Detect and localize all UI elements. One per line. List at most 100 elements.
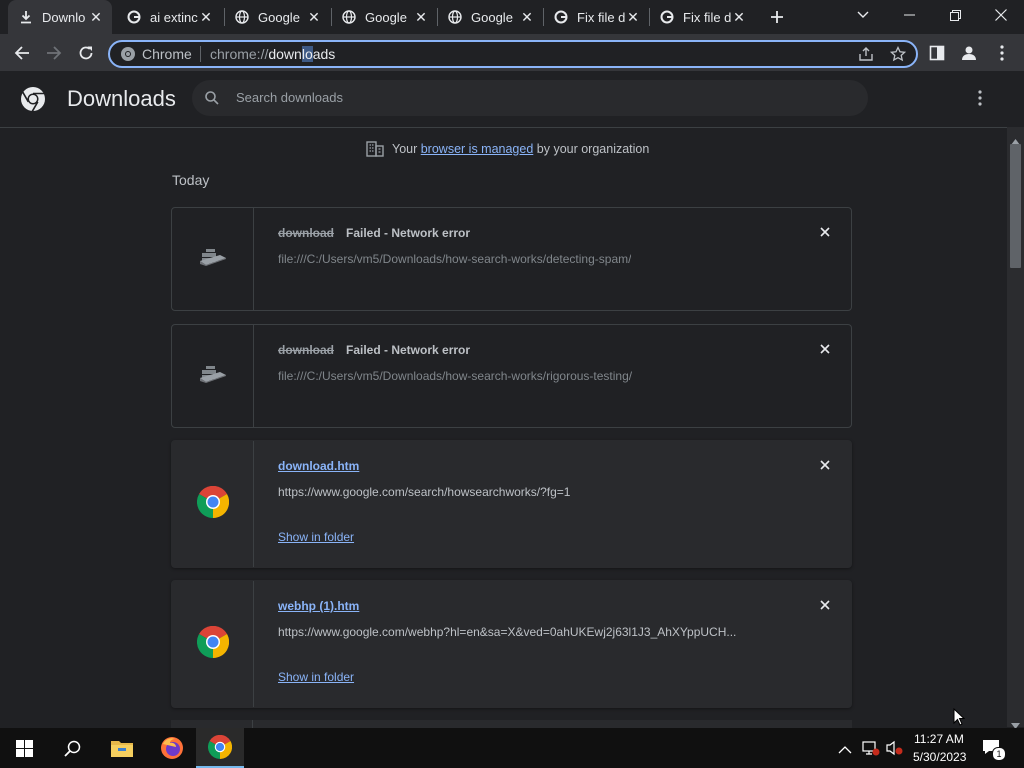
scrollbar-thumb[interactable] (1010, 144, 1021, 268)
close-tab-icon[interactable]: ✕ (413, 9, 429, 25)
back-icon[interactable] (9, 40, 35, 66)
download-item-failed: download Failed - Network error file:///… (171, 207, 852, 311)
tab-fix-file-1[interactable]: Fix file d ✕ (543, 0, 649, 34)
taskbar-search-icon[interactable] (48, 728, 96, 768)
google-icon (659, 9, 675, 25)
file-url: file:///C:/Users/vm5/Downloads/how-searc… (278, 369, 633, 383)
file-url: file:///C:/Users/vm5/Downloads/how-searc… (278, 252, 632, 266)
generic-file-icon (198, 245, 228, 274)
site-label: Chrome (142, 46, 192, 62)
tab-fix-file-2[interactable]: Fix file d ✕ (649, 0, 755, 34)
search-downloads-input[interactable]: Search downloads (192, 80, 868, 116)
tab-title: ai extinc (150, 9, 198, 25)
restore-icon[interactable] (932, 0, 978, 30)
chrome-file-icon (196, 625, 229, 663)
new-tab-icon[interactable] (765, 6, 789, 28)
url-text[interactable]: chrome://downloads (210, 46, 335, 62)
tab-title: Google (471, 9, 513, 25)
tab-ai-extinction[interactable]: ai extinc ✕ (116, 0, 222, 34)
tab-title: Fix file d (683, 9, 731, 25)
page-title: Downloads (67, 86, 176, 111)
managed-notice: Your browser is managed by your organiza… (366, 140, 649, 158)
bookmark-star-icon[interactable] (889, 45, 907, 67)
file-icon-cell (172, 325, 254, 427)
profile-icon[interactable] (956, 40, 982, 66)
menu-icon[interactable] (989, 40, 1015, 66)
download-item-failed: download Failed - Network error file:///… (171, 324, 852, 428)
tab-title: Google (258, 9, 300, 25)
clock-time[interactable]: 11:27 AM (914, 732, 964, 746)
file-url: https://www.google.com/webhp?hl=en&sa=X&… (278, 625, 737, 639)
notification-count: 1 (992, 747, 1006, 761)
chrome-icon (120, 46, 136, 67)
taskbar: 11:27 AM 5/30/2023 1 (0, 728, 1024, 768)
globe-icon (447, 9, 463, 25)
close-tab-icon[interactable]: ✕ (88, 9, 104, 25)
managed-suffix: by your organization (533, 142, 650, 156)
google-icon (553, 9, 569, 25)
show-hidden-icons-icon[interactable] (838, 742, 852, 760)
side-panel-icon[interactable] (924, 40, 950, 66)
tab-google-1[interactable]: Google ✕ (224, 0, 330, 34)
share-icon[interactable] (858, 46, 874, 67)
close-tab-icon[interactable]: ✕ (306, 9, 322, 25)
close-tab-icon[interactable]: ✕ (625, 9, 641, 25)
file-name-link[interactable]: download.htm (278, 459, 359, 473)
file-url: https://www.google.com/search/howsearchw… (278, 485, 571, 499)
remove-download-icon[interactable] (817, 224, 833, 240)
chrome-file-icon (196, 485, 229, 523)
firefox-icon[interactable] (148, 728, 196, 768)
minimize-icon[interactable] (886, 0, 932, 30)
file-explorer-icon[interactable] (98, 728, 146, 768)
tab-downloads[interactable]: Downlo ✕ (8, 0, 112, 34)
windows-start-icon[interactable] (0, 728, 48, 768)
more-actions-icon[interactable] (978, 90, 982, 111)
volume-muted-icon[interactable] (886, 740, 904, 761)
status-text: Failed - Network error (346, 343, 471, 357)
file-name: download (278, 226, 334, 240)
remove-download-icon[interactable] (817, 341, 833, 357)
show-in-folder-link[interactable]: Show in folder (278, 530, 354, 544)
show-in-folder-link[interactable]: Show in folder (278, 670, 354, 684)
file-icon-cell (172, 441, 254, 567)
remove-download-icon[interactable] (817, 457, 833, 473)
download-item-partial (171, 720, 852, 728)
tab-search-icon[interactable] (840, 0, 886, 30)
file-icon-cell (172, 581, 254, 707)
download-item: download.htm https://www.google.com/sear… (171, 440, 852, 568)
remove-download-icon[interactable] (817, 597, 833, 613)
tab-google-3[interactable]: Google ✕ (437, 0, 543, 34)
clock-date[interactable]: 5/30/2023 (913, 750, 966, 764)
search-icon (205, 91, 219, 110)
download-icon (18, 9, 34, 25)
google-icon (126, 9, 142, 25)
download-item: webhp (1).htm https://www.google.com/web… (171, 580, 852, 708)
scrollbar[interactable] (1007, 127, 1024, 729)
mouse-cursor-icon (953, 707, 966, 731)
file-name: download (278, 343, 334, 357)
globe-icon (234, 9, 250, 25)
forward-icon[interactable] (41, 40, 67, 66)
close-tab-icon[interactable]: ✕ (731, 9, 747, 25)
network-icon[interactable] (862, 740, 880, 761)
tab-strip: Downlo ✕ ai extinc ✕ Google ✕ Google ✕ G… (0, 0, 1024, 34)
close-tab-icon[interactable]: ✕ (198, 9, 214, 25)
close-window-icon[interactable] (978, 0, 1024, 30)
tab-title: Fix file d (577, 9, 625, 25)
omnibox-separator (200, 46, 201, 62)
tab-title: Downlo (42, 9, 86, 25)
chrome-taskbar-icon[interactable] (196, 728, 244, 768)
managed-link[interactable]: browser is managed (421, 142, 534, 156)
file-name-link[interactable]: webhp (1).htm (278, 599, 359, 613)
address-bar[interactable]: Chrome chrome://downloads (108, 40, 918, 68)
tab-title: Google (365, 9, 407, 25)
close-tab-icon[interactable]: ✕ (519, 9, 535, 25)
notifications-icon[interactable]: 1 (982, 739, 1006, 761)
reload-icon[interactable] (73, 40, 99, 66)
section-date-label: Today (172, 172, 210, 188)
generic-file-icon (198, 362, 228, 391)
search-placeholder: Search downloads (236, 90, 343, 105)
tab-google-2[interactable]: Google ✕ (331, 0, 437, 34)
managed-prefix: Your (392, 142, 421, 156)
chrome-logo-icon (20, 86, 46, 117)
